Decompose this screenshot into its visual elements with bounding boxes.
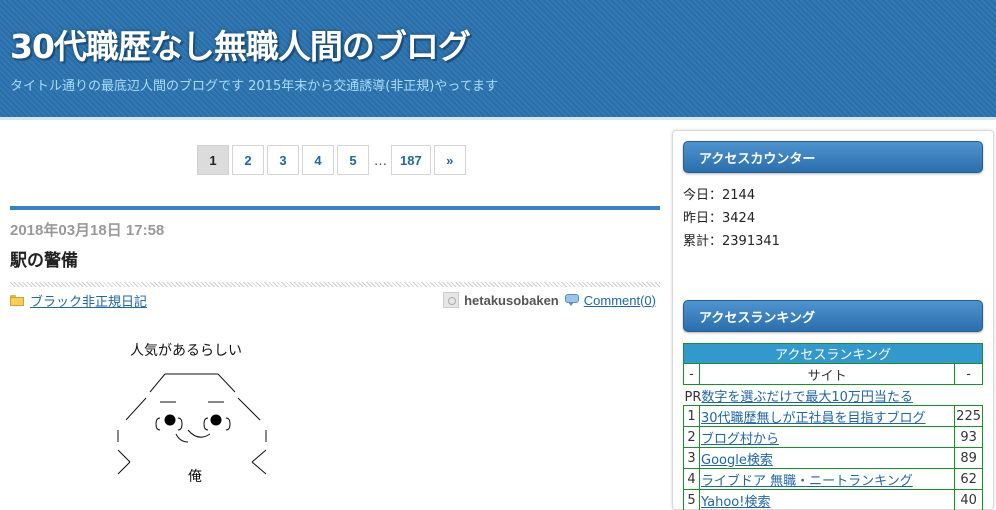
ranking-pr-row: PR数字を選ぶだけで最大10万円当たる <box>683 384 983 406</box>
counter-today: 今日：2144 <box>683 188 756 203</box>
ascii-art-face <box>117 373 267 475</box>
rank-number: 1 <box>683 405 700 427</box>
rank-count: 40 <box>954 489 983 510</box>
ranking-header-rank: - <box>683 363 700 385</box>
article-title[interactable]: 駅の警備 <box>10 246 78 271</box>
comment-icon <box>564 294 580 306</box>
article-date: 2018年03月18日 17:58 <box>10 222 165 239</box>
rank-number: 5 <box>683 489 700 510</box>
table-row: 5 Yahoo!検索 40 <box>683 489 983 510</box>
rank-count: 89 <box>954 447 983 469</box>
page-last-link[interactable]: 187 <box>391 145 431 175</box>
article-divider <box>10 282 660 287</box>
category-link[interactable]: ブラック非正規日記 <box>30 291 147 310</box>
rank-site-link[interactable]: ライブドア 無職・ニートランキング <box>701 474 913 489</box>
page-1-link[interactable]: 1 <box>197 145 229 175</box>
rank-site: ブログ村から <box>698 426 956 448</box>
page-5-link[interactable]: 5 <box>337 145 369 175</box>
pr-label: PR <box>684 389 702 405</box>
table-row: 4 ライブドア 無職・ニートランキング 62 <box>683 468 983 490</box>
access-counter-title: アクセスカウンター <box>683 141 983 173</box>
rank-site: Yahoo!検索 <box>698 489 956 510</box>
rank-site-link[interactable]: Google検索 <box>701 453 773 468</box>
pagination-ellipsis: … <box>374 154 387 169</box>
table-row: 2 ブログ村から 93 <box>683 426 983 448</box>
rank-count: 93 <box>954 426 983 448</box>
ranking-header-site: サイト <box>698 363 956 385</box>
counter-yesterday: 昨日：3424 <box>683 211 756 226</box>
page-3-link[interactable]: 3 <box>267 145 299 175</box>
rank-site: Google検索 <box>698 447 956 469</box>
ascii-art-caption: 人気があるらしい <box>130 343 242 359</box>
ranking-table: アクセスランキング - サイト - PR数字を選ぶだけで最大10万円当たる 1 … <box>683 343 983 510</box>
page-2-link[interactable]: 2 <box>232 145 264 175</box>
site-title[interactable]: 30代職歴なし無職人間のブログ <box>10 20 471 68</box>
folder-icon <box>10 295 24 306</box>
author-name[interactable]: hetakusobaken <box>464 293 559 308</box>
rank-number: 3 <box>683 447 700 469</box>
article-top-bar <box>10 206 660 210</box>
ascii-art-label: 俺 <box>188 469 202 485</box>
rank-count: 62 <box>954 468 983 490</box>
author-avatar-icon <box>443 292 460 308</box>
site-header: 30代職歴なし無職人間のブログ タイトル通りの最底辺人間のブログです 2015年… <box>0 0 996 120</box>
rank-number: 2 <box>683 426 700 448</box>
table-row: 1 30代職歴無しが正社員を目指すブログ 225 <box>683 405 983 427</box>
rank-site: 30代職歴無しが正社員を目指すブログ <box>698 405 956 427</box>
page-next-link[interactable]: » <box>433 145 466 175</box>
rank-site-link[interactable]: 30代職歴無しが正社員を目指すブログ <box>701 411 926 426</box>
comment-link[interactable]: Comment(0) <box>584 293 656 308</box>
access-ranking-title: アクセスランキング <box>683 300 983 332</box>
rank-site: ライブドア 無職・ニートランキング <box>698 468 956 490</box>
table-row: 3 Google検索 89 <box>683 447 983 469</box>
article-meta: hetakusobaken Comment(0) <box>443 292 656 308</box>
rank-count: 225 <box>954 405 983 427</box>
ranking-table-caption: アクセスランキング <box>683 343 983 364</box>
rank-number: 4 <box>683 468 700 490</box>
pagination: 1 2 3 4 5 … 187 » <box>197 145 469 175</box>
page-4-link[interactable]: 4 <box>302 145 334 175</box>
rank-site-link[interactable]: ブログ村から <box>701 432 779 447</box>
ranking-header-count: - <box>954 363 983 385</box>
rank-site-link[interactable]: Yahoo!検索 <box>701 495 770 510</box>
counter-total: 累計：2391341 <box>683 234 780 249</box>
article-category: ブラック非正規日記 <box>10 291 147 310</box>
site-description: タイトル通りの最底辺人間のブログです 2015年末から交通誘導(非正規)やってま… <box>10 79 499 94</box>
pr-link[interactable]: 数字を選ぶだけで最大10万円当たる <box>701 390 913 405</box>
